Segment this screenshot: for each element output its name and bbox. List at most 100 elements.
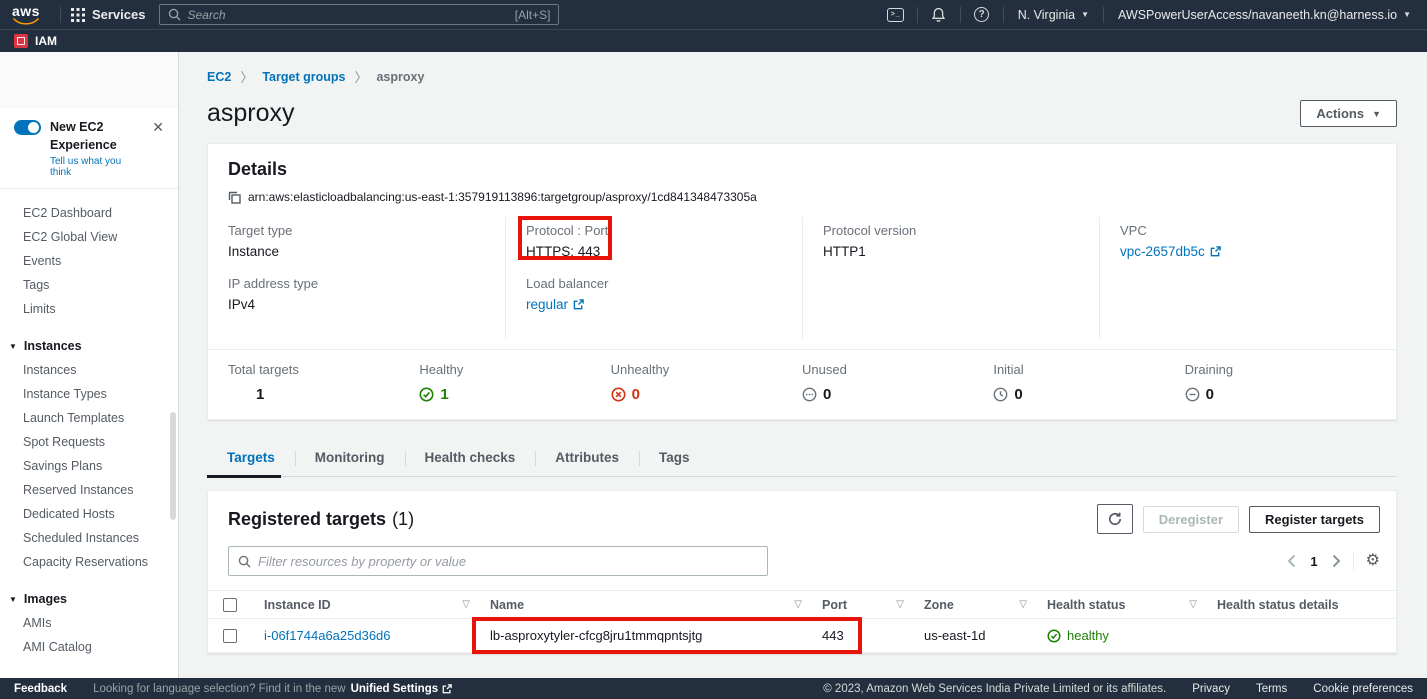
sidebar-item-ec2-dashboard[interactable]: EC2 Dashboard bbox=[0, 201, 178, 225]
sidebar-item-scheduled-instances[interactable]: Scheduled Instances bbox=[0, 526, 178, 550]
copyright-text: © 2023, Amazon Web Services India Privat… bbox=[823, 683, 1166, 695]
new-experience-box: New EC2 Experience Tell us what you thin… bbox=[0, 108, 178, 189]
chevron-right-icon: 〉 bbox=[240, 67, 253, 86]
unified-settings-link[interactable]: Unified Settings bbox=[351, 683, 453, 695]
new-experience-toggle[interactable] bbox=[14, 120, 41, 135]
check-circle-icon bbox=[419, 387, 434, 402]
chevron-right-icon bbox=[1332, 554, 1341, 568]
tab-targets[interactable]: Targets bbox=[207, 442, 295, 476]
breadcrumb-current: asproxy bbox=[376, 70, 424, 84]
copy-icon[interactable] bbox=[228, 191, 241, 204]
sidebar-item-amis[interactable]: AMIs bbox=[0, 611, 178, 635]
check-circle-icon bbox=[1047, 629, 1061, 643]
sidebar-item-reserved-instances[interactable]: Reserved Instances bbox=[0, 478, 178, 502]
previous-page-button[interactable] bbox=[1287, 554, 1296, 568]
sidebar-item-instance-types[interactable]: Instance Types bbox=[0, 382, 178, 406]
table-row: i-06f1744a6a25d36d6 lb-asproxytyler-cfcg… bbox=[208, 619, 1396, 653]
vpc-link[interactable]: vpc-2657db5c bbox=[1120, 244, 1221, 259]
page-title: asproxy bbox=[207, 99, 295, 128]
breadcrumb-ec2[interactable]: EC2 bbox=[207, 70, 231, 84]
sidebar-item-dedicated-hosts[interactable]: Dedicated Hosts bbox=[0, 502, 178, 526]
select-all-checkbox[interactable] bbox=[223, 598, 237, 612]
settings-gear-icon[interactable]: ⚙ bbox=[1366, 553, 1380, 569]
sort-icon[interactable]: ▽ bbox=[462, 599, 470, 610]
filter-box bbox=[228, 546, 768, 576]
target-stats-row: Total targets 1 Healthy 1 Unhealthy bbox=[208, 349, 1396, 419]
details-heading: Details bbox=[228, 159, 1376, 180]
tab-attributes[interactable]: Attributes bbox=[535, 442, 639, 476]
language-hint: Looking for language selection? Find it … bbox=[93, 683, 452, 695]
question-icon: ? bbox=[974, 7, 989, 22]
sidebar-item-ami-catalog[interactable]: AMI Catalog bbox=[0, 635, 178, 659]
sidebar-item-launch-templates[interactable]: Launch Templates bbox=[0, 406, 178, 430]
sort-icon[interactable]: ▽ bbox=[1019, 599, 1027, 610]
chevron-down-icon: ▼ bbox=[1081, 10, 1089, 19]
privacy-link[interactable]: Privacy bbox=[1192, 683, 1230, 695]
external-link-icon bbox=[1210, 246, 1221, 257]
row-checkbox[interactable] bbox=[223, 629, 237, 643]
region-selector[interactable]: N. Virginia ▼ bbox=[1014, 8, 1093, 22]
tab-health-checks[interactable]: Health checks bbox=[405, 442, 536, 476]
x-circle-icon bbox=[611, 387, 626, 402]
actions-button[interactable]: Actions ▼ bbox=[1300, 100, 1397, 127]
feedback-link[interactable]: Feedback bbox=[14, 683, 67, 695]
sort-icon[interactable]: ▽ bbox=[1189, 599, 1197, 610]
sidebar-item-ec2-global-view[interactable]: EC2 Global View bbox=[0, 225, 178, 249]
refresh-button[interactable] bbox=[1097, 504, 1133, 534]
favorite-iam-link[interactable]: IAM bbox=[35, 34, 57, 48]
notifications-button[interactable] bbox=[928, 7, 950, 23]
close-icon[interactable]: ✕ bbox=[150, 118, 166, 136]
ip-address-type-label: IP address type bbox=[228, 276, 485, 291]
page-number[interactable]: 1 bbox=[1308, 554, 1319, 569]
sidebar-item-capacity-reservations[interactable]: Capacity Reservations bbox=[0, 550, 178, 574]
sidebar-item-limits[interactable]: Limits bbox=[0, 297, 178, 321]
external-link-icon bbox=[573, 299, 584, 310]
search-input[interactable] bbox=[187, 8, 508, 22]
region-label: N. Virginia bbox=[1018, 8, 1075, 22]
health-status-cell: healthy bbox=[1047, 628, 1109, 643]
sidebar-section-instances[interactable]: ▼Instances bbox=[0, 334, 178, 358]
filter-input[interactable] bbox=[258, 554, 758, 569]
sidebar-item-spot-requests[interactable]: Spot Requests bbox=[0, 430, 178, 454]
sort-icon[interactable]: ▽ bbox=[794, 599, 802, 610]
next-page-button[interactable] bbox=[1332, 554, 1341, 568]
protocol-port-value: HTTPS: 443 bbox=[526, 244, 782, 259]
tab-monitoring[interactable]: Monitoring bbox=[295, 442, 405, 476]
aws-logo[interactable]: aws bbox=[12, 5, 40, 25]
sidebar-section-ebs[interactable]: ▼Elastic Block Store bbox=[0, 672, 178, 678]
sort-icon[interactable]: ▽ bbox=[896, 599, 904, 610]
terms-link[interactable]: Terms bbox=[1256, 683, 1287, 695]
services-menu-button[interactable]: Services bbox=[71, 7, 146, 22]
sidebar-scrollbar[interactable] bbox=[170, 412, 176, 520]
targets-table: Instance ID▽ Name▽ Port▽ Zone▽ Health st… bbox=[208, 590, 1396, 653]
load-balancer-link[interactable]: regular bbox=[526, 297, 584, 312]
help-button[interactable]: ? bbox=[971, 7, 993, 22]
services-grid-icon bbox=[71, 8, 85, 22]
tab-tags[interactable]: Tags bbox=[639, 442, 710, 476]
sidebar-section-images[interactable]: ▼Images bbox=[0, 587, 178, 611]
aws-logo-text: aws bbox=[12, 5, 40, 17]
ec2-sidebar: New EC2 Experience Tell us what you thin… bbox=[0, 52, 179, 678]
col-health-status-details: Health status details bbox=[1217, 598, 1339, 612]
col-zone: Zone bbox=[924, 598, 954, 612]
registered-targets-card: Registered targets (1) Deregister Regist… bbox=[207, 490, 1397, 654]
sidebar-item-events[interactable]: Events bbox=[0, 249, 178, 273]
deregister-button[interactable]: Deregister bbox=[1143, 506, 1239, 533]
tell-us-link[interactable]: Tell us what you think bbox=[50, 156, 141, 178]
target-name-cell: lb-asproxytyler-cfcg8jru1tmmqpntsjtg bbox=[480, 628, 812, 643]
global-search[interactable]: [Alt+S] bbox=[159, 4, 559, 25]
sidebar-item-tags[interactable]: Tags bbox=[0, 273, 178, 297]
instance-id-link[interactable]: i-06f1744a6a25d36d6 bbox=[264, 628, 391, 643]
sidebar-item-savings-plans[interactable]: Savings Plans bbox=[0, 454, 178, 478]
register-targets-button[interactable]: Register targets bbox=[1249, 506, 1380, 533]
favorites-bar: IAM bbox=[0, 29, 1427, 52]
sidebar-item-instances[interactable]: Instances bbox=[0, 358, 178, 382]
cookie-preferences-link[interactable]: Cookie preferences bbox=[1313, 683, 1413, 695]
breadcrumb-target-groups[interactable]: Target groups bbox=[262, 70, 345, 84]
cloudshell-button[interactable]: >_ bbox=[885, 8, 907, 22]
chevron-right-icon: 〉 bbox=[354, 67, 367, 86]
vpc-label: VPC bbox=[1120, 223, 1376, 238]
col-name: Name bbox=[490, 598, 524, 612]
chevron-down-icon: ▼ bbox=[1403, 10, 1411, 19]
account-menu[interactable]: AWSPowerUserAccess/navaneeth.kn@harness.… bbox=[1114, 8, 1415, 22]
